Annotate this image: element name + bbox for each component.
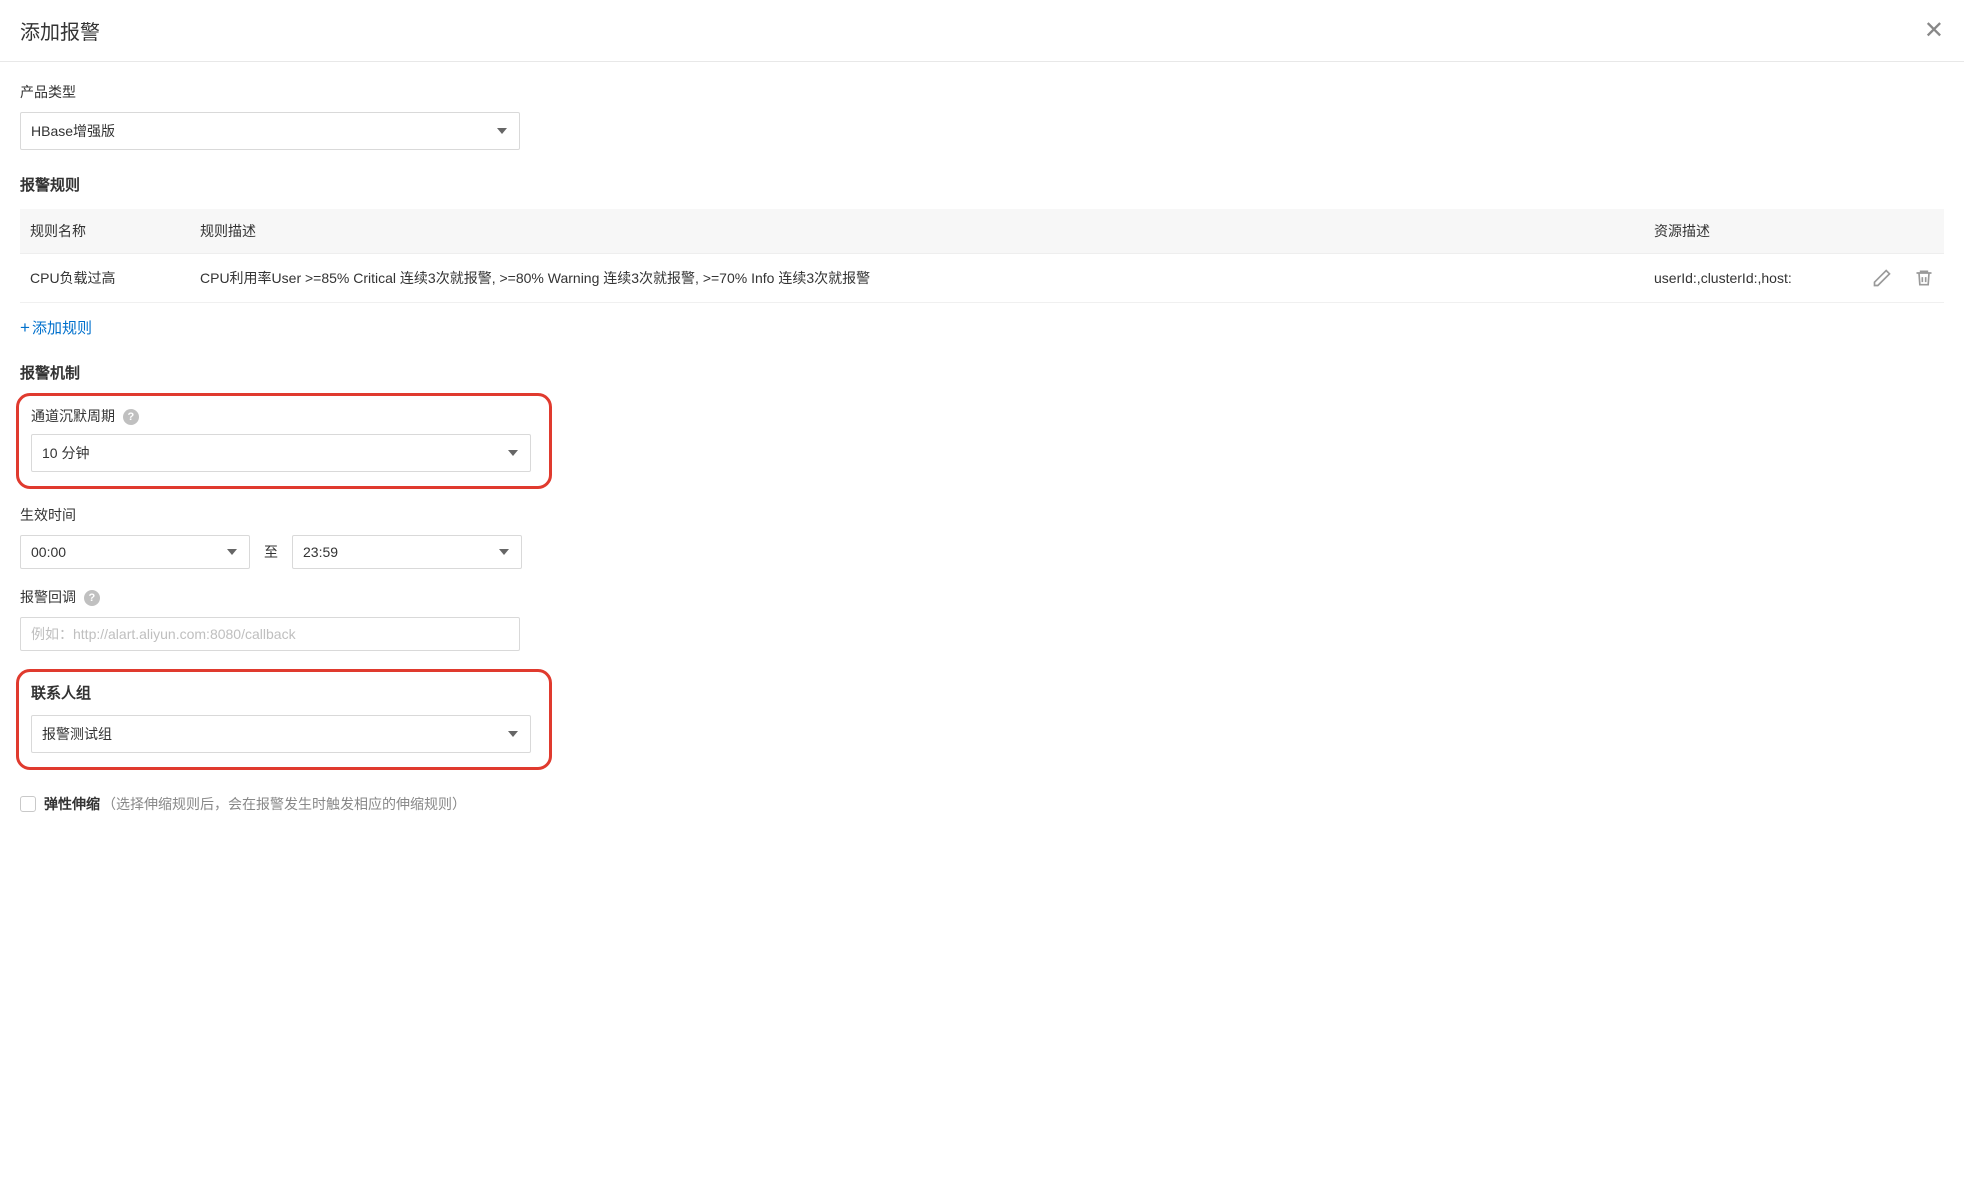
effective-time-end-select[interactable]: 23:59	[292, 535, 522, 569]
chevron-down-icon	[499, 549, 509, 555]
delete-icon[interactable]	[1914, 268, 1934, 288]
callback-input[interactable]	[20, 617, 520, 651]
rule-desc-cell: CPU利用率User >=85% Critical 连续3次就报警, >=80%…	[190, 254, 1644, 303]
elastic-scaling-label: 弹性伸缩	[44, 794, 100, 814]
silence-period-label: 通道沉默周期 ?	[31, 406, 537, 426]
callback-label: 报警回调 ?	[20, 587, 1944, 607]
modal-body: 产品类型 HBase增强版 报警规则 规则名称 规则描述 资源描述 CPU负载过…	[0, 62, 1964, 834]
add-alarm-modal: 添加报警 ✕ 产品类型 HBase增强版 报警规则 规则名称 规则描述 资源描述	[0, 0, 1964, 834]
contact-group-value: 报警测试组	[42, 724, 112, 744]
effective-time-end: 23:59	[303, 544, 338, 560]
product-type-value: HBase增强版	[31, 121, 115, 141]
help-icon[interactable]: ?	[84, 590, 100, 606]
add-rule-text: 添加规则	[32, 317, 92, 338]
elastic-scaling-hint: （选择伸缩规则后，会在报警发生时触发相应的伸缩规则）	[102, 794, 466, 814]
silence-period-value: 10 分钟	[42, 443, 89, 463]
modal-header: 添加报警 ✕	[0, 0, 1964, 62]
contact-group-highlight: 联系人组 报警测试组	[16, 669, 552, 770]
col-header-resource: 资源描述	[1644, 209, 1844, 254]
contact-group-select[interactable]: 报警测试组	[31, 715, 531, 753]
silence-period-select[interactable]: 10 分钟	[31, 434, 531, 472]
table-row: CPU负载过高 CPU利用率User >=85% Critical 连续3次就报…	[20, 254, 1944, 303]
silence-period-highlight: 通道沉默周期 ? 10 分钟	[16, 393, 552, 489]
help-icon[interactable]: ?	[123, 409, 139, 425]
elastic-scaling-row: 弹性伸缩 （选择伸缩规则后，会在报警发生时触发相应的伸缩规则）	[20, 794, 1944, 814]
edit-icon[interactable]	[1872, 268, 1892, 288]
col-header-name: 规则名称	[20, 209, 190, 254]
effective-time-start-select[interactable]: 00:00	[20, 535, 250, 569]
plus-icon: +	[20, 318, 30, 338]
col-header-desc: 规则描述	[190, 209, 1644, 254]
elastic-scaling-checkbox[interactable]	[20, 796, 36, 812]
rule-name-cell: CPU负载过高	[20, 254, 190, 303]
contact-group-heading: 联系人组	[31, 682, 537, 703]
chevron-down-icon	[508, 731, 518, 737]
chevron-down-icon	[508, 450, 518, 456]
alarm-rules-table: 规则名称 规则描述 资源描述 CPU负载过高 CPU利用率User >=85% …	[20, 209, 1944, 303]
col-header-actions	[1844, 209, 1944, 254]
rule-resource-cell: userId:,clusterId:,host:	[1644, 254, 1844, 303]
modal-title: 添加报警	[20, 16, 100, 45]
effective-time-label: 生效时间	[20, 505, 1944, 525]
chevron-down-icon	[497, 128, 507, 134]
time-separator: 至	[264, 542, 278, 562]
alarm-mechanism-heading: 报警机制	[20, 362, 1944, 383]
chevron-down-icon	[227, 549, 237, 555]
alarm-rules-heading: 报警规则	[20, 174, 1944, 195]
add-rule-link[interactable]: + 添加规则	[20, 317, 92, 338]
close-icon[interactable]: ✕	[1924, 19, 1944, 43]
product-type-select[interactable]: HBase增强版	[20, 112, 520, 150]
product-type-label: 产品类型	[20, 82, 1944, 102]
effective-time-start: 00:00	[31, 544, 66, 560]
